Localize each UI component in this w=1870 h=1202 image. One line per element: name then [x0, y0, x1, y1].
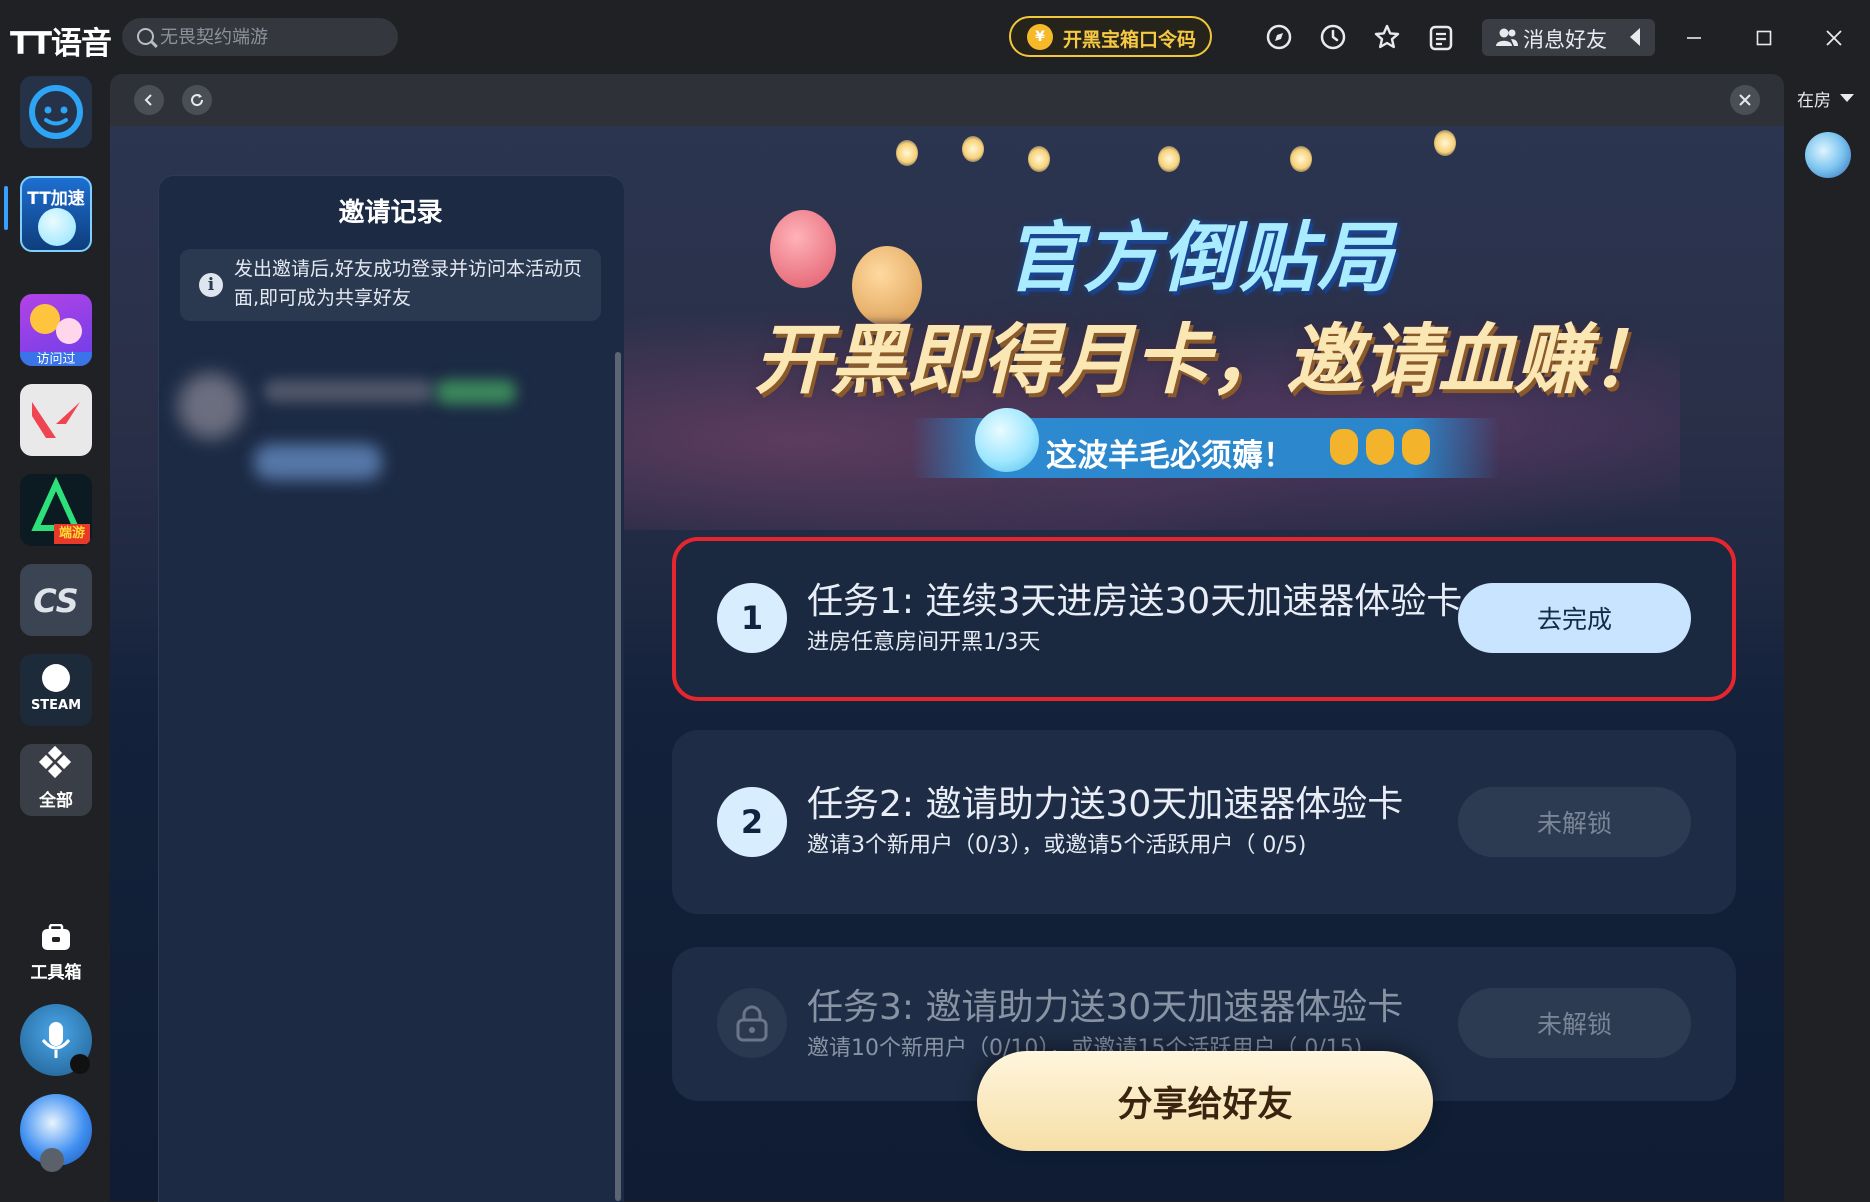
back-button[interactable]	[134, 85, 164, 115]
chevron-left-icon	[144, 94, 152, 106]
light-bulb	[896, 140, 918, 166]
coin-icon: ¥	[1027, 24, 1053, 50]
task-number: 2	[717, 787, 787, 857]
sidebar-item-label: TT加速	[27, 189, 85, 209]
task-subtitle: 邀请3个新用户（0/3），或邀请5个活跃用户（ 0/5)	[807, 833, 1307, 858]
light-bulb	[1158, 146, 1180, 172]
balloon	[770, 210, 836, 288]
emoji-icon	[56, 318, 82, 344]
lock-icon	[717, 988, 787, 1058]
refresh-icon	[191, 94, 204, 107]
in-room-label[interactable]: 在房	[1797, 86, 1831, 111]
friends-label: 消息好友	[1523, 28, 1607, 52]
close-icon	[1739, 94, 1751, 106]
sidebar-item-cs[interactable]: CS	[20, 564, 92, 636]
share-to-friends-button[interactable]: 分享给好友	[977, 1051, 1433, 1151]
complete-task-button[interactable]: 去完成	[1458, 583, 1691, 653]
sidebar-item-steam[interactable]: STEAM	[20, 654, 92, 726]
steam-icon	[42, 664, 70, 692]
blurred-name	[264, 380, 434, 402]
sidebar-item-label: CS	[33, 582, 79, 620]
task-subtitle: 进房任意房间开黑1/3天	[807, 630, 1041, 655]
pointing-hand-icon	[1366, 429, 1394, 465]
users-icon	[1496, 27, 1518, 51]
lock-badge-icon	[70, 1054, 90, 1074]
minimize-button[interactable]	[1672, 20, 1716, 56]
refresh-button[interactable]	[182, 85, 212, 115]
info-text: 发出邀请后,好友成功登录并访问本活动页面,即可成为共享好友	[234, 258, 583, 309]
blurred-tag	[254, 444, 382, 480]
sidebar-item-all[interactable]: 全部	[20, 744, 92, 816]
panel-scrollbar[interactable]	[615, 352, 621, 1201]
pointing-hand-icon	[1402, 429, 1430, 465]
sidebar-item-label: 端游	[54, 524, 90, 544]
task-title: 任务1: 连续3天进房送30天加速器体验卡	[807, 581, 1463, 622]
panel-title: 邀请记录	[338, 198, 443, 228]
maximize-button[interactable]	[1742, 20, 1786, 56]
task-title: 任务2: 邀请助力送30天加速器体验卡	[807, 784, 1404, 825]
clipboard-icon[interactable]	[1426, 22, 1456, 52]
hero-subtitle: 开黑即得月卡，邀请血赚！	[754, 315, 1666, 404]
history-icon[interactable]	[1318, 22, 1348, 52]
task-number: 1	[717, 583, 787, 653]
active-indicator	[4, 186, 8, 230]
locked-task-button[interactable]: 未解锁	[1458, 787, 1691, 857]
sidebar-item-label: 访问过	[20, 352, 92, 366]
tt-logo-icon	[29, 85, 83, 139]
blurred-avatar	[178, 373, 244, 439]
grid-icon	[38, 745, 72, 779]
sidebar-item-label: STEAM	[30, 698, 82, 713]
close-window-button[interactable]	[1812, 20, 1856, 56]
task-title: 任务3: 邀请助力送30天加速器体验卡	[807, 987, 1404, 1028]
browser-toolbar	[110, 74, 1784, 126]
toolbox-icon[interactable]	[40, 923, 72, 956]
info-icon: i	[199, 273, 223, 297]
pointing-hand-icon	[1330, 429, 1358, 465]
app-logo: TT语音	[10, 26, 112, 62]
invite-record-panel	[158, 175, 624, 1202]
light-bulb	[1290, 146, 1312, 172]
ribbon-text: 这波羊毛必须薅！	[1046, 438, 1294, 474]
hero-title: 官方倒贴局	[1005, 213, 1395, 302]
room-user-avatar[interactable]	[1805, 132, 1851, 178]
sidebar-item-home[interactable]	[20, 76, 92, 148]
search-input[interactable]	[160, 18, 388, 56]
sidebar-item-visited[interactable]: 访问过	[20, 294, 92, 366]
light-bulb	[962, 136, 984, 162]
light-bulb	[1434, 130, 1456, 156]
compass-icon[interactable]	[1264, 22, 1294, 52]
search-icon	[137, 28, 154, 45]
light-bulb	[1028, 146, 1050, 172]
blurred-badge	[436, 380, 516, 404]
collapse-arrow-icon	[1630, 28, 1640, 46]
star-icon[interactable]	[1372, 22, 1402, 52]
sidebar-item-league[interactable]: 端游	[20, 474, 92, 546]
sidebar-item-tt-accelerator[interactable]: TT加速	[20, 176, 92, 252]
toolbox-label[interactable]: 工具箱	[11, 958, 101, 983]
valorant-icon	[32, 402, 80, 438]
close-page-button[interactable]	[1730, 85, 1760, 115]
promo-label: 开黑宝箱口令码	[1063, 29, 1197, 51]
sidebar-item-label: 全部	[39, 791, 73, 811]
sidebar-item-valorant[interactable]	[20, 384, 92, 456]
locked-task-button[interactable]: 未解锁	[1458, 988, 1691, 1058]
settings-gear-icon[interactable]	[40, 1148, 64, 1172]
mascot-icon	[975, 408, 1039, 472]
mascot-icon	[38, 208, 76, 246]
dropdown-arrow-icon[interactable]	[1840, 94, 1854, 102]
